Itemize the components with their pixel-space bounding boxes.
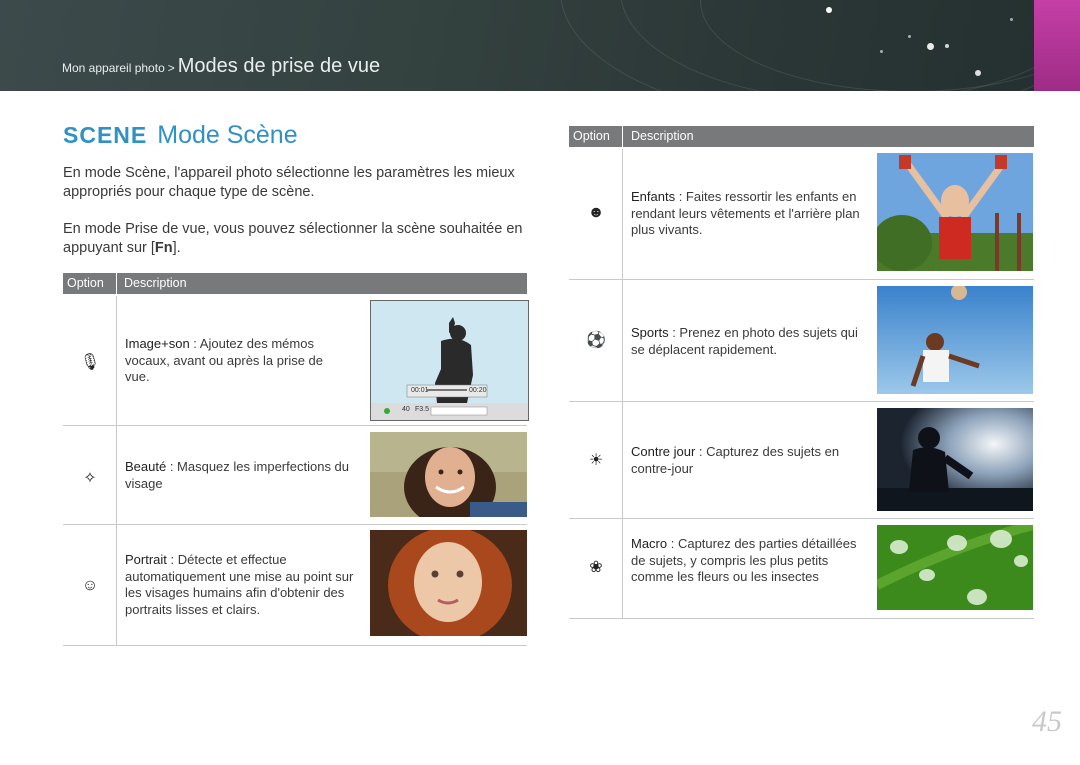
description-header: Description [124, 276, 187, 290]
silhouette-preview [371, 301, 528, 420]
decorative-light [880, 50, 883, 53]
chapter-tab[interactable] [1034, 0, 1080, 91]
breadcrumb-current: Modes de prise de vue [177, 55, 381, 77]
portrait-example-photo [370, 530, 527, 636]
option-row-macro: ❀ Macro : Capturez des parties détaillée… [569, 519, 1034, 619]
record-start-time: 00:01 [411, 387, 429, 394]
description-header: Description [631, 129, 694, 143]
option-name: Contre jour [631, 444, 696, 459]
decorative-light [975, 70, 981, 76]
option-name: Portrait [125, 552, 167, 567]
children-example-photo [877, 153, 1033, 271]
decorative-light [927, 43, 934, 50]
decorative-light [826, 7, 832, 13]
option-description: Macro : Capturez des parties détaillées … [631, 536, 866, 586]
right-table-header: Option Description [569, 126, 1034, 147]
intro-paragraph: En mode Scène, l'appareil photo sélectio… [63, 165, 515, 200]
macro-icon: ❀ [589, 559, 603, 576]
left-table-header: Option Description [63, 273, 527, 294]
page-header: Mon appareil photo > Modes de prise de vue [0, 0, 1080, 91]
beauty-icon: ✧ [83, 470, 97, 487]
camera-screen-thumbnail: 00:01 00:20 40 F3.5 [370, 300, 529, 421]
option-row-image-sound: 🎙 Image+son : Ajoutez des mémos vocaux, … [63, 296, 529, 426]
backlight-icon: ☀ [588, 452, 604, 469]
breadcrumb-separator: > [167, 61, 175, 75]
scene-mode-icon: SCENE [63, 122, 148, 148]
portrait-icon: ☺ [81, 577, 99, 594]
option-name: Macro [631, 536, 668, 551]
sports-icon: ⚽ [586, 332, 606, 349]
option-row-children: ☻ Enfants : Faites ressortir les enfants… [569, 149, 1034, 280]
record-end-time: 00:20 [469, 387, 487, 394]
instruction-paragraph: En mode Prise de vue, vous pouvez sélect… [63, 220, 533, 258]
breadcrumb: Mon appareil photo > Modes de prise de vue [62, 55, 380, 78]
option-description: Sports : Prenez en photo des sujets qui … [631, 325, 866, 358]
instruction-text: En mode Prise de vue, vous pouvez sélect… [63, 221, 523, 256]
option-row-beauty: ✧ Beauté : Masquez les imperfections du … [63, 426, 527, 525]
option-description: Image+son : Ajoutez des mémos vocaux, av… [125, 336, 340, 386]
fn-key-icon: Fn [154, 240, 173, 256]
page-title: SCENE Mode Scène [63, 121, 298, 150]
macro-example-photo [877, 525, 1033, 610]
option-name: Sports [631, 325, 669, 340]
children-icon: ☻ [587, 204, 605, 221]
option-name: Enfants [631, 189, 676, 204]
option-header: Option [67, 276, 104, 290]
option-description: Portrait : Détecte et effectue automatiq… [125, 552, 360, 618]
option-description: Contre jour : Capturez des sujets en con… [631, 444, 866, 477]
option-row-backlight: ☀ Contre jour : Capturez des sujets en c… [569, 402, 1034, 519]
option-row-portrait: ☺ Portrait : Détecte et effectue automat… [63, 525, 527, 646]
breadcrumb-parent[interactable]: Mon appareil photo [62, 61, 165, 75]
option-row-sports: ⚽ Sports : Prenez en photo des sujets qu… [569, 280, 1034, 402]
option-name: Image+son [125, 336, 190, 351]
page-title-text: Mode Scène [157, 121, 298, 149]
backlight-example-photo [877, 408, 1033, 511]
instruction-text-end: ]. [172, 240, 181, 256]
aperture-readout: F3.5 [415, 406, 430, 413]
shutter-readout: 40 [402, 406, 410, 413]
sports-example-photo [877, 286, 1033, 394]
option-header: Option [573, 129, 610, 143]
decorative-light [945, 44, 949, 48]
option-description: Enfants : Faites ressortir les enfants e… [631, 189, 866, 239]
page-number: 45 [1032, 705, 1062, 738]
image-sound-icon: 🎙 [79, 354, 101, 371]
beauty-example-photo [370, 432, 527, 517]
option-description: Beauté : Masquez les imperfections du vi… [125, 459, 355, 492]
decorative-light [1010, 18, 1013, 21]
option-name: Beauté [125, 459, 167, 474]
decorative-light [908, 35, 911, 38]
